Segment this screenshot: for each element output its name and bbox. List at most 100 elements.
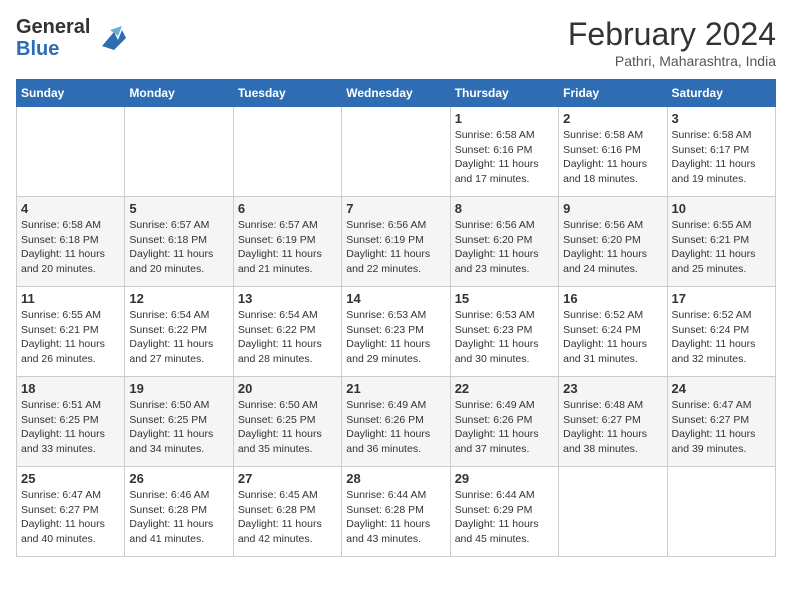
calendar-day-cell: 8 Sunrise: 6:56 AM Sunset: 6:20 PM Daylig… — [450, 197, 558, 287]
day-info: Sunrise: 6:57 AM Sunset: 6:18 PM Dayligh… — [129, 218, 228, 277]
day-of-week-header: Thursday — [450, 80, 558, 107]
day-info: Sunrise: 6:55 AM Sunset: 6:21 PM Dayligh… — [21, 308, 120, 367]
calendar-day-cell: 22 Sunrise: 6:49 AM Sunset: 6:26 PM Dayli… — [450, 377, 558, 467]
day-number: 28 — [346, 471, 445, 486]
logo-general: General — [16, 16, 90, 38]
day-info: Sunrise: 6:53 AM Sunset: 6:23 PM Dayligh… — [346, 308, 445, 367]
calendar-day-cell — [17, 107, 125, 197]
day-number: 1 — [455, 111, 554, 126]
logo-bird-icon — [94, 22, 126, 54]
day-number: 22 — [455, 381, 554, 396]
day-number: 20 — [238, 381, 337, 396]
calendar-day-cell: 9 Sunrise: 6:56 AM Sunset: 6:20 PM Daylig… — [559, 197, 667, 287]
calendar-day-cell: 25Sunrise: 6:47 AM Sunset: 6:27 PM Dayli… — [17, 467, 125, 557]
calendar-day-cell: 12 Sunrise: 6:54 AM Sunset: 6:22 PM Dayli… — [125, 287, 233, 377]
calendar-day-cell: 28 Sunrise: 6:44 AM Sunset: 6:28 PM Dayli… — [342, 467, 450, 557]
day-number: 8 — [455, 201, 554, 216]
header: General Blue February 2024 Pathri, Mahar… — [16, 16, 776, 69]
day-number: 23 — [563, 381, 662, 396]
day-info: Sunrise: 6:44 AM Sunset: 6:28 PM Dayligh… — [346, 488, 445, 547]
day-number: 29 — [455, 471, 554, 486]
day-number: 5 — [129, 201, 228, 216]
day-number: 9 — [563, 201, 662, 216]
calendar-table: SundayMondayTuesdayWednesdayThursdayFrid… — [16, 79, 776, 557]
day-number: 17 — [672, 291, 771, 306]
day-number: 2 — [563, 111, 662, 126]
day-number: 26 — [129, 471, 228, 486]
day-of-week-header: Saturday — [667, 80, 775, 107]
day-number: 27 — [238, 471, 337, 486]
day-info: Sunrise: 6:54 AM Sunset: 6:22 PM Dayligh… — [129, 308, 228, 367]
calendar-day-cell: 1Sunrise: 6:58 AM Sunset: 6:16 PM Daylig… — [450, 107, 558, 197]
day-info: Sunrise: 6:48 AM Sunset: 6:27 PM Dayligh… — [563, 398, 662, 457]
day-number: 11 — [21, 291, 120, 306]
day-info: Sunrise: 6:56 AM Sunset: 6:20 PM Dayligh… — [563, 218, 662, 277]
calendar-day-cell: 18 Sunrise: 6:51 AM Sunset: 6:25 PM Dayli… — [17, 377, 125, 467]
day-of-week-header: Sunday — [17, 80, 125, 107]
calendar-week-row: 25Sunrise: 6:47 AM Sunset: 6:27 PM Dayli… — [17, 467, 776, 557]
day-number: 12 — [129, 291, 228, 306]
calendar-header-row: SundayMondayTuesdayWednesdayThursdayFrid… — [17, 80, 776, 107]
calendar-day-cell — [559, 467, 667, 557]
day-info: Sunrise: 6:52 AM Sunset: 6:24 PM Dayligh… — [672, 308, 771, 367]
calendar-day-cell: 15 Sunrise: 6:53 AM Sunset: 6:23 PM Dayli… — [450, 287, 558, 377]
day-of-week-header: Tuesday — [233, 80, 341, 107]
day-info: Sunrise: 6:50 AM Sunset: 6:25 PM Dayligh… — [238, 398, 337, 457]
calendar-day-cell: 3 Sunrise: 6:58 AM Sunset: 6:17 PM Daylig… — [667, 107, 775, 197]
day-number: 19 — [129, 381, 228, 396]
calendar-day-cell: 24 Sunrise: 6:47 AM Sunset: 6:27 PM Dayli… — [667, 377, 775, 467]
day-number: 15 — [455, 291, 554, 306]
day-number: 14 — [346, 291, 445, 306]
month-year: February 2024 — [568, 16, 776, 53]
day-number: 3 — [672, 111, 771, 126]
day-of-week-header: Wednesday — [342, 80, 450, 107]
calendar-day-cell: 2 Sunrise: 6:58 AM Sunset: 6:16 PM Daylig… — [559, 107, 667, 197]
calendar-day-cell — [125, 107, 233, 197]
day-number: 16 — [563, 291, 662, 306]
day-number: 21 — [346, 381, 445, 396]
day-number: 4 — [21, 201, 120, 216]
calendar-day-cell: 23 Sunrise: 6:48 AM Sunset: 6:27 PM Dayli… — [559, 377, 667, 467]
day-info: Sunrise: 6:55 AM Sunset: 6:21 PM Dayligh… — [672, 218, 771, 277]
day-number: 24 — [672, 381, 771, 396]
day-info: Sunrise: 6:56 AM Sunset: 6:20 PM Dayligh… — [455, 218, 554, 277]
day-of-week-header: Monday — [125, 80, 233, 107]
calendar-day-cell — [667, 467, 775, 557]
calendar-day-cell: 6Sunrise: 6:57 AM Sunset: 6:19 PM Daylig… — [233, 197, 341, 287]
calendar-day-cell: 21 Sunrise: 6:49 AM Sunset: 6:26 PM Dayli… — [342, 377, 450, 467]
logo: General Blue — [16, 16, 126, 60]
day-number: 18 — [21, 381, 120, 396]
calendar-day-cell — [233, 107, 341, 197]
location: Pathri, Maharashtra, India — [568, 53, 776, 69]
day-info: Sunrise: 6:51 AM Sunset: 6:25 PM Dayligh… — [21, 398, 120, 457]
day-info: Sunrise: 6:47 AM Sunset: 6:27 PM Dayligh… — [672, 398, 771, 457]
day-info: Sunrise: 6:52 AM Sunset: 6:24 PM Dayligh… — [563, 308, 662, 367]
day-number: 7 — [346, 201, 445, 216]
calendar-week-row: 1 Sunrise: 6:58 AM Sunset: 6:16 PM Daylig… — [17, 107, 776, 197]
day-number: 13 — [238, 291, 337, 306]
day-info: Sunrise: 6:58 AM Sunset: 6:16 PM Dayligh… — [563, 128, 662, 187]
day-info: Sunrise: 6:47 AM Sunset: 6:27 PM Dayligh… — [21, 488, 120, 547]
day-info: Sunrise: 6:49 AM Sunset: 6:26 PM Dayligh… — [346, 398, 445, 457]
calendar-day-cell: 4Sunrise: 6:58 AM Sunset: 6:18 PM Daylig… — [17, 197, 125, 287]
logo-blue: Blue — [16, 38, 59, 60]
day-info: Sunrise: 6:53 AM Sunset: 6:23 PM Dayligh… — [455, 308, 554, 367]
calendar-day-cell — [342, 107, 450, 197]
title-area: February 2024 Pathri, Maharashtra, India — [568, 16, 776, 69]
calendar-day-cell: 29Sunrise: 6:44 AM Sunset: 6:29 PM Dayli… — [450, 467, 558, 557]
day-info: Sunrise: 6:50 AM Sunset: 6:25 PM Dayligh… — [129, 398, 228, 457]
day-info: Sunrise: 6:58 AM Sunset: 6:17 PM Dayligh… — [672, 128, 771, 187]
calendar-day-cell: 17 Sunrise: 6:52 AM Sunset: 6:24 PM Dayli… — [667, 287, 775, 377]
calendar-week-row: 18 Sunrise: 6:51 AM Sunset: 6:25 PM Dayli… — [17, 377, 776, 467]
calendar-day-cell: 7 Sunrise: 6:56 AM Sunset: 6:19 PM Daylig… — [342, 197, 450, 287]
calendar-day-cell: 26Sunrise: 6:46 AM Sunset: 6:28 PM Dayli… — [125, 467, 233, 557]
day-of-week-header: Friday — [559, 80, 667, 107]
day-info: Sunrise: 6:56 AM Sunset: 6:19 PM Dayligh… — [346, 218, 445, 277]
day-info: Sunrise: 6:45 AM Sunset: 6:28 PM Dayligh… — [238, 488, 337, 547]
day-info: Sunrise: 6:57 AM Sunset: 6:19 PM Dayligh… — [238, 218, 337, 277]
day-info: Sunrise: 6:49 AM Sunset: 6:26 PM Dayligh… — [455, 398, 554, 457]
calendar-day-cell: 19 Sunrise: 6:50 AM Sunset: 6:25 PM Dayli… — [125, 377, 233, 467]
calendar-week-row: 4Sunrise: 6:58 AM Sunset: 6:18 PM Daylig… — [17, 197, 776, 287]
calendar-day-cell: 16 Sunrise: 6:52 AM Sunset: 6:24 PM Dayli… — [559, 287, 667, 377]
calendar-day-cell: 20 Sunrise: 6:50 AM Sunset: 6:25 PM Dayli… — [233, 377, 341, 467]
